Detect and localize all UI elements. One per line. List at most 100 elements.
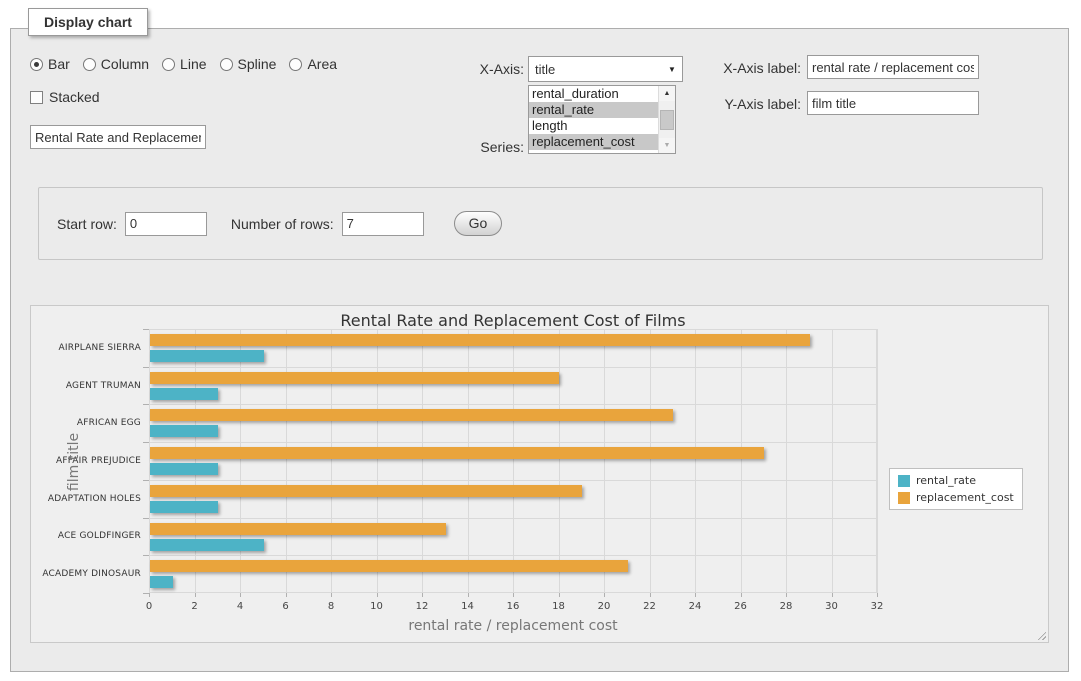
gridline <box>149 555 877 556</box>
bar-rental_rate <box>150 350 264 362</box>
x-tick-label: 12 <box>402 601 442 612</box>
series-scrollbar[interactable]: ▲ ▼ <box>658 86 675 153</box>
x-tick <box>331 593 332 597</box>
x-tick <box>513 593 514 597</box>
y-tick <box>143 442 149 443</box>
chevron-down-icon: ▼ <box>662 65 682 74</box>
gridline <box>741 329 742 593</box>
x-axis-label-input[interactable] <box>807 55 979 79</box>
radio-label: Area <box>307 56 337 72</box>
x-tick <box>240 593 241 597</box>
x-tick <box>286 593 287 597</box>
chart-type-radio-group: Bar Column Line Spline Area <box>30 56 337 72</box>
legend-label: replacement_cost <box>916 491 1014 504</box>
series-option-length[interactable]: length <box>529 118 658 134</box>
stacked-label: Stacked <box>49 89 100 105</box>
radio-icon[interactable] <box>289 58 302 71</box>
resize-handle[interactable] <box>1035 629 1046 640</box>
x-axis-select[interactable]: title ▼ <box>528 56 683 82</box>
x-tick <box>695 593 696 597</box>
chart-type-radio-column[interactable]: Column <box>83 56 149 72</box>
bar-replacement_cost <box>150 372 559 384</box>
radio-icon[interactable] <box>162 58 175 71</box>
series-option-rental_duration[interactable]: rental_duration <box>529 86 658 102</box>
row-range-panel: Start row: Number of rows: Go <box>38 187 1043 260</box>
x-tick-label: 8 <box>311 601 351 612</box>
gridline <box>604 329 605 593</box>
chart-type-radio-bar[interactable]: Bar <box>30 56 70 72</box>
num-rows-input[interactable] <box>342 212 424 236</box>
gridline <box>149 367 877 368</box>
gridline <box>149 329 150 593</box>
chart-type-radio-area[interactable]: Area <box>289 56 337 72</box>
x-axis-select-label: X-Axis: <box>455 61 524 77</box>
x-tick <box>741 593 742 597</box>
bar-rental_rate <box>150 425 218 437</box>
y-tick <box>143 329 149 330</box>
y-tick <box>143 367 149 368</box>
legend-swatch-icon <box>898 492 910 504</box>
x-tick <box>377 593 378 597</box>
x-tick-label: 6 <box>266 601 306 612</box>
series-option-replacement_cost[interactable]: replacement_cost <box>529 134 658 150</box>
chart-title-input[interactable] <box>30 125 206 149</box>
y-tick <box>143 593 149 594</box>
gridline <box>695 329 696 593</box>
go-button[interactable]: Go <box>454 211 503 236</box>
category-label: ADAPTATION HOLES <box>31 480 141 518</box>
bar-rental_rate <box>150 463 218 475</box>
x-tick-label: 28 <box>766 601 806 612</box>
x-tick <box>877 593 878 597</box>
x-tick-label: 22 <box>630 601 670 612</box>
x-tick <box>604 593 605 597</box>
fieldset-legend: Display chart <box>28 8 148 36</box>
y-axis-label-input[interactable] <box>807 91 979 115</box>
x-tick <box>422 593 423 597</box>
radio-label: Line <box>180 56 206 72</box>
chart-type-radio-line[interactable]: Line <box>162 56 206 72</box>
bar-rental_rate <box>150 539 264 551</box>
chart-type-radio-spline[interactable]: Spline <box>220 56 277 72</box>
gridline <box>286 329 287 593</box>
bar-replacement_cost <box>150 485 582 497</box>
category-label: AFFAIR PREJUDICE <box>31 442 141 480</box>
x-tick <box>650 593 651 597</box>
gridline <box>422 329 423 593</box>
y-tick <box>143 518 149 519</box>
legend-item-replacement-cost[interactable]: replacement_cost <box>898 491 1014 504</box>
x-tick <box>195 593 196 597</box>
x-tick <box>559 593 560 597</box>
series-multiselect[interactable]: rental_durationrental_ratelengthreplacem… <box>528 85 676 154</box>
stacked-checkbox[interactable] <box>30 91 43 104</box>
gridline <box>786 329 787 593</box>
bar-replacement_cost <box>150 334 810 346</box>
gridline <box>149 442 877 443</box>
radio-label: Bar <box>48 56 70 72</box>
x-tick <box>149 593 150 597</box>
x-tick <box>468 593 469 597</box>
radio-icon[interactable] <box>220 58 233 71</box>
radio-icon[interactable] <box>83 58 96 71</box>
x-tick-label: 4 <box>220 601 260 612</box>
x-tick-label: 24 <box>675 601 715 612</box>
series-select-label: Series: <box>455 139 524 155</box>
scroll-up-icon[interactable]: ▲ <box>659 86 675 101</box>
scroll-down-icon[interactable]: ▼ <box>659 138 675 153</box>
chart-y-axis-title: film title <box>66 433 82 491</box>
stacked-checkbox-row[interactable]: Stacked <box>30 89 100 105</box>
chart-title: Rental Rate and Replacement Cost of Film… <box>149 311 877 330</box>
gridline <box>513 329 514 593</box>
x-axis-label-label: X-Axis label: <box>721 60 801 76</box>
scrollbar-thumb[interactable] <box>660 110 674 130</box>
bar-rental_rate <box>150 576 173 588</box>
x-axis-selected-value: title <box>529 62 662 77</box>
x-tick-label: 32 <box>857 601 897 612</box>
x-tick-label: 20 <box>584 601 624 612</box>
radio-icon[interactable] <box>30 58 43 71</box>
x-tick-label: 0 <box>129 601 169 612</box>
legend-swatch-icon <box>898 475 910 487</box>
y-axis-label-label: Y-Axis label: <box>721 96 801 112</box>
series-option-rental_rate[interactable]: rental_rate <box>529 102 658 118</box>
start-row-input[interactable] <box>125 212 207 236</box>
legend-item-rental-rate[interactable]: rental_rate <box>898 474 1014 487</box>
